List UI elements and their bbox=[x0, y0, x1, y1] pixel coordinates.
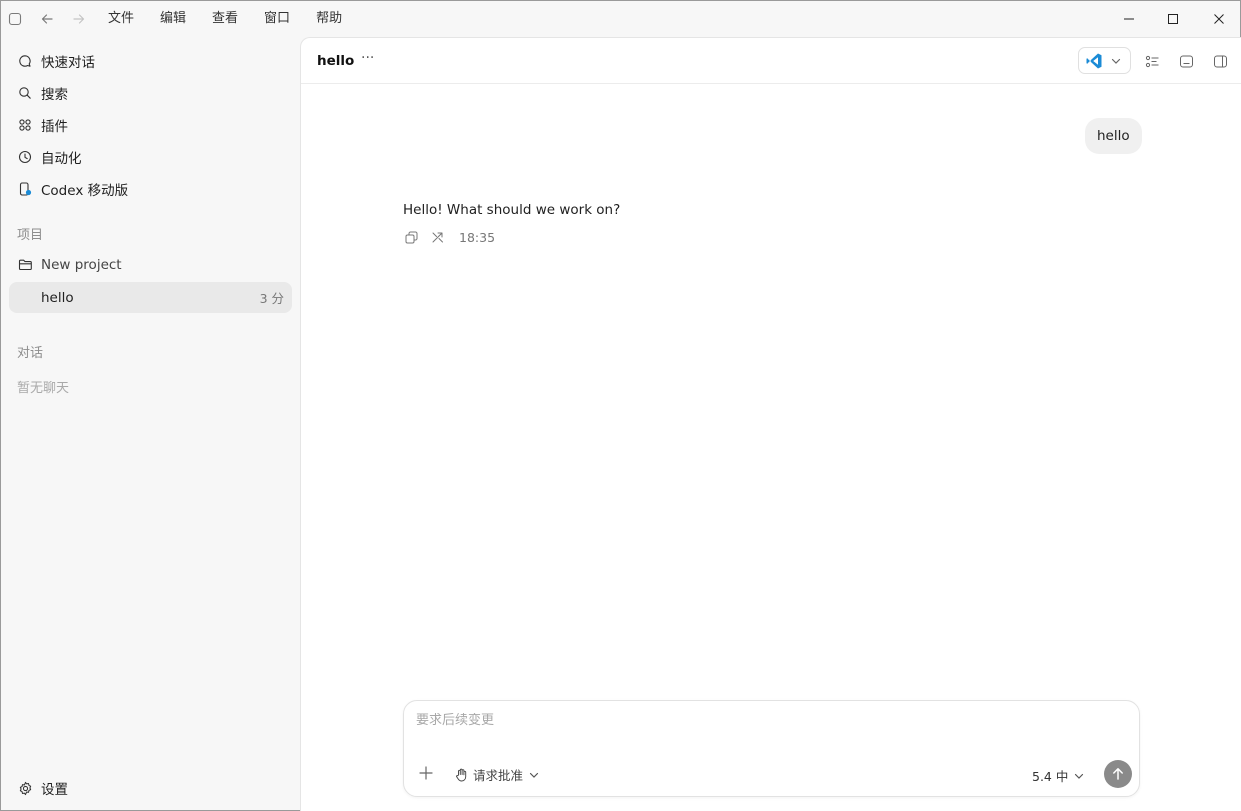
vscode-icon bbox=[1085, 52, 1103, 70]
arrow-up-icon bbox=[1111, 767, 1125, 781]
menu-edit[interactable]: 编辑 bbox=[160, 10, 186, 28]
nav-label: 插件 bbox=[41, 119, 68, 135]
nav-label: New project bbox=[41, 257, 122, 273]
send-button[interactable] bbox=[1104, 760, 1132, 788]
nav-quick-chat[interactable]: 快速对话 bbox=[9, 46, 292, 76]
project-new-project[interactable]: New project bbox=[9, 250, 292, 280]
clock-icon bbox=[17, 149, 33, 165]
folder-icon bbox=[17, 257, 33, 273]
settings-button[interactable]: 设置 bbox=[9, 773, 68, 803]
sidebar: 快速对话 搜索 插件 自动化 Codex 移动版 项目 New project … bbox=[1, 37, 300, 811]
thread-age: 3 分 bbox=[259, 291, 284, 306]
app-window: 文件 编辑 查看 窗口 帮助 快速对话 搜索 插件 自动化 Codex 移动版 … bbox=[0, 0, 1241, 811]
nav-label: Codex 移动版 bbox=[41, 183, 129, 199]
main-panel: hello ··· hello Hello! What should we wo… bbox=[300, 37, 1241, 811]
composer: 请求批准 5.4 中 bbox=[403, 700, 1140, 797]
approval-label: 请求批准 bbox=[473, 768, 524, 783]
thread-header: hello ··· bbox=[301, 38, 1241, 84]
user-message-bubble: hello bbox=[1085, 118, 1142, 154]
copy-icon[interactable] bbox=[403, 229, 419, 245]
forward-arrow-icon[interactable] bbox=[71, 11, 87, 27]
gear-icon bbox=[17, 780, 33, 796]
settings-label: 设置 bbox=[41, 782, 68, 798]
terminal-panel-icon[interactable] bbox=[1177, 52, 1195, 70]
minimize-icon[interactable] bbox=[1120, 10, 1138, 28]
follow-up-input[interactable] bbox=[416, 713, 1116, 728]
fork-icon[interactable] bbox=[430, 229, 446, 245]
chevron-down-icon bbox=[1111, 56, 1121, 66]
nav-label: 搜索 bbox=[41, 87, 68, 103]
more-options-button[interactable]: ··· bbox=[361, 50, 379, 70]
back-arrow-icon[interactable] bbox=[39, 11, 55, 27]
assistant-message: Hello! What should we work on? bbox=[403, 202, 621, 218]
message-timestamp: 18:35 bbox=[459, 229, 496, 245]
side-panel-icon[interactable] bbox=[1211, 52, 1229, 70]
nav-label: 自动化 bbox=[41, 151, 82, 167]
nav-mobile[interactable]: Codex 移动版 bbox=[9, 174, 292, 204]
hand-icon bbox=[454, 768, 468, 782]
thread-title: hello bbox=[41, 289, 74, 306]
nav-automation[interactable]: 自动化 bbox=[9, 142, 292, 172]
approval-mode-dropdown[interactable]: 请求批准 bbox=[454, 765, 539, 784]
chevron-down-icon bbox=[1074, 771, 1084, 781]
maximize-icon[interactable] bbox=[1164, 10, 1182, 28]
chats-heading: 对话 bbox=[17, 346, 44, 361]
add-attachment-icon[interactable] bbox=[418, 765, 434, 781]
model-selector[interactable]: 5.4 中 bbox=[1032, 766, 1084, 785]
search-icon bbox=[17, 85, 33, 101]
grid-icon bbox=[17, 117, 33, 133]
checklist-icon[interactable] bbox=[1143, 52, 1161, 70]
open-in-editor-button[interactable] bbox=[1078, 47, 1131, 74]
chats-empty-state: 暂无聊天 bbox=[17, 381, 70, 396]
nav-plugins[interactable]: 插件 bbox=[9, 110, 292, 140]
nav-search[interactable]: 搜索 bbox=[9, 78, 292, 108]
model-label: 5.4 中 bbox=[1032, 769, 1069, 784]
thread-item-hello[interactable]: hello 3 分 bbox=[9, 282, 292, 313]
sidebar-toggle-icon[interactable] bbox=[7, 11, 23, 27]
menu-bar: 文件 编辑 查看 窗口 帮助 bbox=[108, 10, 368, 28]
nav-label: 快速对话 bbox=[41, 55, 95, 71]
message-actions: 18:35 bbox=[403, 229, 495, 245]
menu-view[interactable]: 查看 bbox=[212, 10, 238, 28]
menu-window[interactable]: 窗口 bbox=[264, 10, 290, 28]
close-icon[interactable] bbox=[1210, 10, 1228, 28]
mobile-icon bbox=[17, 181, 33, 197]
projects-heading: 项目 bbox=[17, 228, 44, 243]
thread-title: hello bbox=[317, 53, 355, 69]
menu-file[interactable]: 文件 bbox=[108, 10, 134, 28]
chevron-down-icon bbox=[529, 770, 539, 780]
chat-bubble-icon bbox=[17, 53, 33, 69]
title-bar: 文件 编辑 查看 窗口 帮助 bbox=[1, 1, 1240, 37]
menu-help[interactable]: 帮助 bbox=[316, 10, 342, 28]
